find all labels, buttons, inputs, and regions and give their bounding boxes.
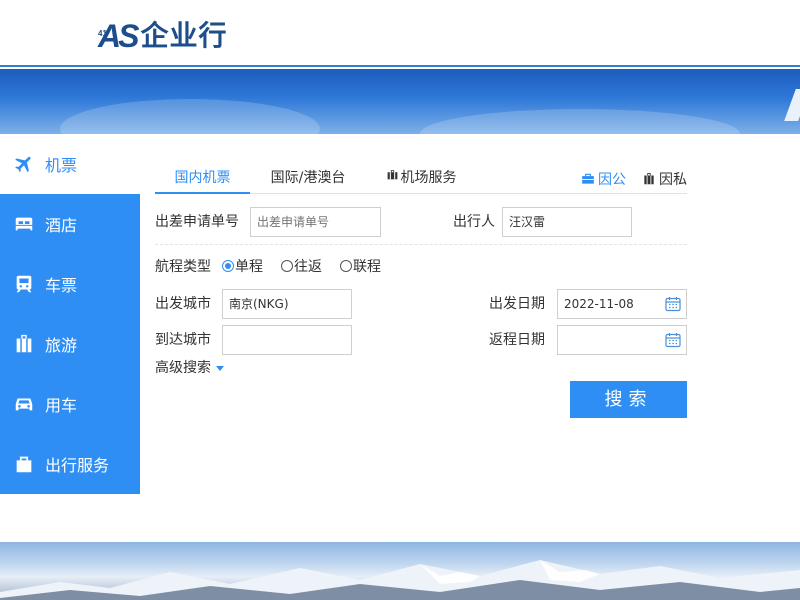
departure-date-input[interactable]: 2022-11-08	[557, 289, 687, 319]
banner-cloud	[420, 109, 740, 134]
brand-logo[interactable]: 41 AS 企业行	[98, 18, 227, 54]
traveler-field[interactable]: 汪汉雷	[502, 207, 632, 237]
advanced-search-toggle[interactable]: 高级搜索	[155, 357, 224, 377]
arrival-city-input[interactable]	[222, 325, 352, 355]
tab-domestic-flights[interactable]: 国内机票	[155, 160, 250, 194]
train-icon	[13, 273, 35, 295]
sidebar-item-label: 旅游	[45, 336, 78, 355]
departure-city-input[interactable]: 南京(NKG)	[222, 289, 352, 319]
return-date-label: 返程日期	[489, 332, 545, 348]
trip-type-one-way[interactable]: 单程	[222, 256, 263, 276]
hotel-bed-icon	[13, 213, 35, 235]
divider	[155, 244, 687, 245]
sidebar-item-train[interactable]: 车票	[0, 254, 140, 314]
sidebar-item-travel[interactable]: 旅游	[0, 314, 140, 374]
radio-unchecked-icon	[281, 260, 293, 272]
traveler-label: 出行人	[453, 214, 495, 230]
application-number-label: 出差申请单号	[155, 214, 239, 230]
calendar-icon[interactable]	[665, 296, 681, 312]
private-trip-toggle[interactable]: 因私	[642, 169, 687, 189]
briefcase-icon	[582, 173, 594, 184]
plane-icon	[13, 153, 35, 175]
sidebar-item-flights[interactable]: 机票	[0, 134, 140, 194]
return-date-input[interactable]	[557, 325, 687, 355]
sidebar-item-hotel[interactable]: 酒店	[0, 194, 140, 254]
sidebar-item-label: 车票	[45, 276, 78, 295]
sidebar-item-label: 出行服务	[45, 456, 110, 475]
mountain-banner	[0, 542, 800, 600]
radio-checked-icon	[222, 260, 234, 272]
banner-cloud	[60, 99, 320, 134]
trip-type-option-label: 往返	[294, 259, 322, 275]
departure-date-value: 2022-11-08	[564, 297, 634, 311]
mountain-silhouette	[0, 560, 800, 600]
departure-date-label: 出发日期	[489, 296, 545, 312]
trip-type-option-label: 单程	[235, 259, 263, 275]
page: 41 AS 企业行 机票 酒店 车票 旅游 用车 出行服务 国内机票 国际/港澳…	[0, 0, 800, 600]
private-trip-label: 因私	[659, 172, 687, 188]
tab-international-flights[interactable]: 国际/港澳台	[263, 160, 353, 194]
arrival-city-label: 到达城市	[155, 332, 211, 348]
sidebar-item-label: 机票	[45, 156, 78, 175]
business-trip-toggle[interactable]: 因公	[581, 169, 626, 189]
trip-type-round-trip[interactable]: 往返	[281, 256, 322, 276]
luggage-icon	[13, 333, 35, 355]
bag-icon	[13, 453, 35, 475]
sidebar-item-label: 用车	[45, 396, 78, 415]
caret-down-icon	[216, 365, 224, 371]
logo-small-mark: 41	[98, 29, 107, 38]
trip-type-option-label: 联程	[353, 259, 381, 275]
brand-name: 企业行	[140, 19, 228, 52]
calendar-icon[interactable]	[665, 332, 681, 348]
luggage-cart-icon	[386, 160, 399, 196]
logo-mark: 41 AS	[98, 18, 139, 54]
header: 41 AS 企业行	[0, 0, 800, 67]
trip-type-group: 航程类型 单程 往返 联程	[155, 256, 389, 276]
sidebar-item-label: 酒店	[45, 216, 78, 235]
departure-city-label: 出发城市	[155, 296, 211, 312]
radio-unchecked-icon	[340, 260, 352, 272]
trip-type-multi-city[interactable]: 联程	[340, 256, 381, 276]
sidebar-item-travel-service[interactable]: 出行服务	[0, 434, 140, 494]
tab-bar: 国内机票 国际/港澳台 机场服务 因公 因私	[155, 160, 687, 194]
business-trip-label: 因公	[598, 172, 626, 188]
sky-banner	[0, 69, 800, 134]
tab-airport-service[interactable]: 机场服务	[383, 160, 459, 194]
suitcase-icon	[644, 173, 654, 185]
advanced-search-label: 高级搜索	[155, 360, 211, 376]
search-button[interactable]: 搜索	[570, 381, 687, 418]
sidebar-item-car[interactable]: 用车	[0, 374, 140, 434]
trip-type-label: 航程类型	[155, 259, 211, 275]
application-number-input[interactable]	[250, 207, 381, 237]
banner-plane-tail	[784, 89, 800, 121]
car-icon	[13, 393, 35, 415]
sidebar: 机票 酒店 车票 旅游 用车 出行服务	[0, 134, 140, 494]
tab-airport-service-label: 机场服务	[400, 170, 457, 186]
